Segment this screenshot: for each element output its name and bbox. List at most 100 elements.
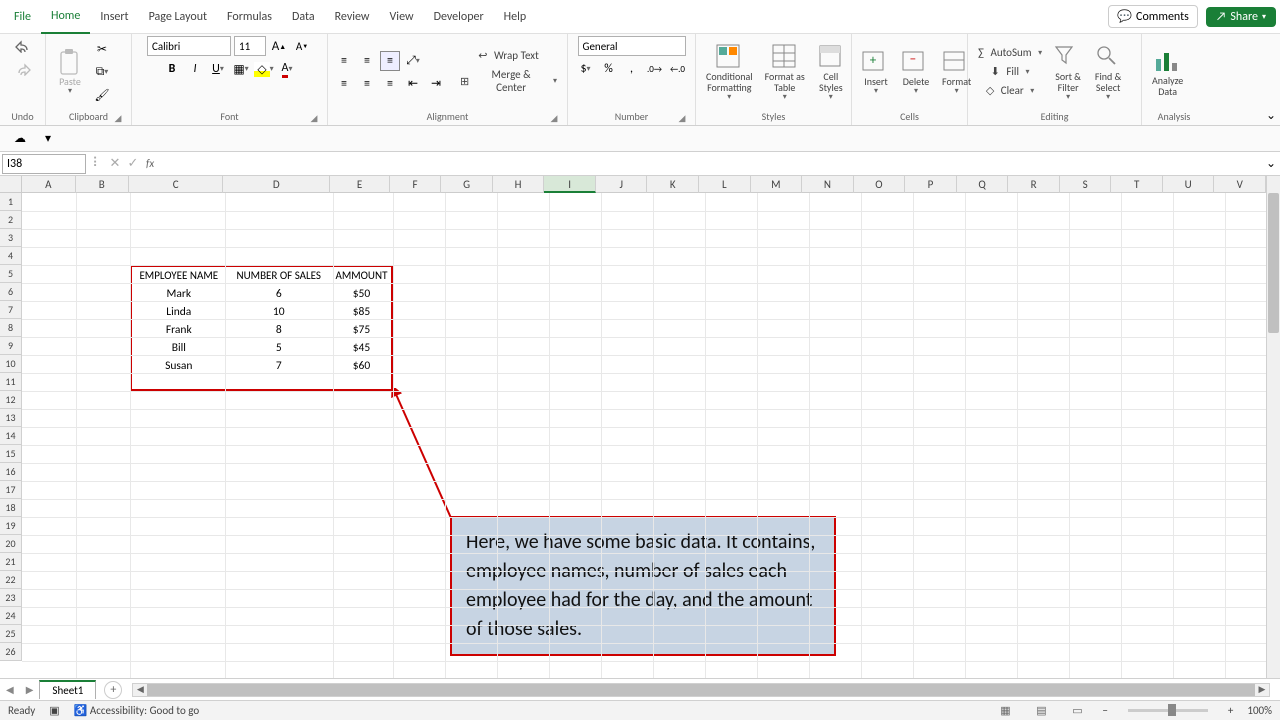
row-header-3[interactable]: 3 xyxy=(0,229,22,247)
autosum-button[interactable]: ∑ AutoSum ▾ xyxy=(974,45,1046,61)
col-header-H[interactable]: H xyxy=(493,176,545,193)
column-headers[interactable]: ABCDEFGHIJKLMNOPQRSTUV xyxy=(22,176,1266,193)
merge-center-button[interactable]: ⊞ Merge & Center ▾ xyxy=(456,67,561,95)
col-header-J[interactable]: J xyxy=(596,176,648,193)
increase-indent-button[interactable]: ⇥ xyxy=(426,74,446,94)
row-header-25[interactable]: 25 xyxy=(0,625,22,643)
col-header-I[interactable]: I xyxy=(544,176,596,193)
number-format-select[interactable] xyxy=(578,36,686,56)
view-page-break-button[interactable]: ▭ xyxy=(1066,704,1088,717)
row-header-22[interactable]: 22 xyxy=(0,571,22,589)
col-header-R[interactable]: R xyxy=(1008,176,1060,193)
insert-cells-button[interactable]: +Insert▾ xyxy=(858,46,894,98)
col-header-T[interactable]: T xyxy=(1111,176,1163,193)
tab-data[interactable]: Data xyxy=(282,0,325,34)
row-header-21[interactable]: 21 xyxy=(0,553,22,571)
fill-button[interactable]: ⬇ Fill ▾ xyxy=(974,64,1046,80)
scroll-thumb[interactable] xyxy=(1268,193,1279,333)
row-headers[interactable]: 1234567891011121314151617181920212223242… xyxy=(0,193,22,661)
font-color-button[interactable]: A▾ xyxy=(277,59,297,79)
row-header-4[interactable]: 4 xyxy=(0,247,22,265)
zoom-level[interactable]: 100% xyxy=(1247,704,1272,717)
col-header-A[interactable]: A xyxy=(22,176,76,193)
col-header-G[interactable]: G xyxy=(441,176,493,193)
vertical-scrollbar[interactable] xyxy=(1266,176,1280,678)
row-header-1[interactable]: 1 xyxy=(0,193,22,211)
row-header-12[interactable]: 12 xyxy=(0,391,22,409)
font-size-select[interactable] xyxy=(234,36,266,56)
bold-button[interactable]: B xyxy=(162,59,182,79)
row-header-11[interactable]: 11 xyxy=(0,373,22,391)
row-header-6[interactable]: 6 xyxy=(0,283,22,301)
accounting-button[interactable]: $▾ xyxy=(576,59,596,79)
expand-formula-bar[interactable]: ⌄ xyxy=(1262,156,1280,171)
row-header-8[interactable]: 8 xyxy=(0,319,22,337)
alignment-dialog-launcher[interactable]: ◢ xyxy=(549,113,559,123)
col-header-O[interactable]: O xyxy=(854,176,906,193)
align-bottom-button[interactable]: ≡ xyxy=(380,51,400,71)
copy-button[interactable]: ⧉▾ xyxy=(92,62,112,82)
decrease-font-button[interactable]: A▼ xyxy=(292,36,312,56)
fx-icon[interactable]: fx xyxy=(142,157,158,170)
delete-cells-button[interactable]: −Delete▾ xyxy=(898,46,934,98)
align-center-button[interactable]: ≡ xyxy=(357,74,377,94)
comments-button[interactable]: 💬 Comments xyxy=(1108,5,1198,28)
percent-button[interactable]: % xyxy=(599,59,619,79)
tab-review[interactable]: Review xyxy=(325,0,380,34)
tab-formulas[interactable]: Formulas xyxy=(217,0,282,34)
tab-help[interactable]: Help xyxy=(494,0,537,34)
tab-developer[interactable]: Developer xyxy=(424,0,494,34)
row-header-7[interactable]: 7 xyxy=(0,301,22,319)
row-header-10[interactable]: 10 xyxy=(0,355,22,373)
row-header-9[interactable]: 9 xyxy=(0,337,22,355)
col-header-C[interactable]: C xyxy=(129,176,223,193)
col-header-S[interactable]: S xyxy=(1060,176,1112,193)
col-header-U[interactable]: U xyxy=(1163,176,1215,193)
sheet-nav-prev[interactable]: ◀ xyxy=(0,683,20,696)
row-header-19[interactable]: 19 xyxy=(0,517,22,535)
cell-styles-button[interactable]: Cell Styles▾ xyxy=(813,41,849,104)
border-button[interactable]: ▦▾ xyxy=(231,59,251,79)
share-button[interactable]: ↗ Share ▾ xyxy=(1206,7,1276,27)
accessibility-status[interactable]: ♿ Accessibility: Good to go xyxy=(74,704,199,717)
font-dialog-launcher[interactable]: ◢ xyxy=(309,113,319,123)
spreadsheet-grid[interactable]: ABCDEFGHIJKLMNOPQRSTUV 12345678910111213… xyxy=(0,176,1280,678)
view-normal-button[interactable]: ▦ xyxy=(994,704,1016,717)
row-header-18[interactable]: 18 xyxy=(0,499,22,517)
conditional-formatting-button[interactable]: Conditional Formatting▾ xyxy=(702,41,757,104)
row-header-26[interactable]: 26 xyxy=(0,643,22,661)
col-header-P[interactable]: P xyxy=(905,176,957,193)
sheet-nav-next[interactable]: ▶ xyxy=(20,683,40,696)
col-header-L[interactable]: L xyxy=(699,176,751,193)
align-top-button[interactable]: ≡ xyxy=(334,51,354,71)
align-middle-button[interactable]: ≡ xyxy=(357,51,377,71)
zoom-slider[interactable] xyxy=(1128,709,1208,712)
paste-button[interactable]: Paste ▾ xyxy=(52,46,88,98)
align-left-button[interactable]: ≡ xyxy=(334,74,354,94)
row-header-15[interactable]: 15 xyxy=(0,445,22,463)
col-header-B[interactable]: B xyxy=(76,176,130,193)
row-header-16[interactable]: 16 xyxy=(0,463,22,481)
hscroll-thumb[interactable] xyxy=(147,684,1255,696)
enter-formula-button[interactable]: ✓ xyxy=(124,156,142,171)
row-header-13[interactable]: 13 xyxy=(0,409,22,427)
qa-icon-1[interactable]: ☁ xyxy=(10,129,30,149)
row-header-14[interactable]: 14 xyxy=(0,427,22,445)
col-header-V[interactable]: V xyxy=(1214,176,1266,193)
tab-file[interactable]: File xyxy=(4,0,41,34)
increase-font-button[interactable]: A▲ xyxy=(269,36,289,56)
col-header-D[interactable]: D xyxy=(223,176,330,193)
analyze-data-button[interactable]: Analyze Data xyxy=(1148,45,1187,99)
increase-decimal-button[interactable]: .0→ xyxy=(645,59,665,79)
orientation-button[interactable]: ⤢▾ xyxy=(403,51,423,71)
col-header-Q[interactable]: Q xyxy=(957,176,1009,193)
view-page-layout-button[interactable]: ▤ xyxy=(1030,704,1052,717)
underline-button[interactable]: U▾ xyxy=(208,59,228,79)
tab-home[interactable]: Home xyxy=(41,0,90,34)
cut-button[interactable]: ✂ xyxy=(92,39,112,59)
row-header-5[interactable]: 5 xyxy=(0,265,22,283)
decrease-indent-button[interactable]: ⇤ xyxy=(403,74,423,94)
collapse-ribbon-button[interactable]: ⌄ xyxy=(1266,108,1276,123)
tab-page-layout[interactable]: Page Layout xyxy=(139,0,217,34)
number-dialog-launcher[interactable]: ◢ xyxy=(677,113,687,123)
